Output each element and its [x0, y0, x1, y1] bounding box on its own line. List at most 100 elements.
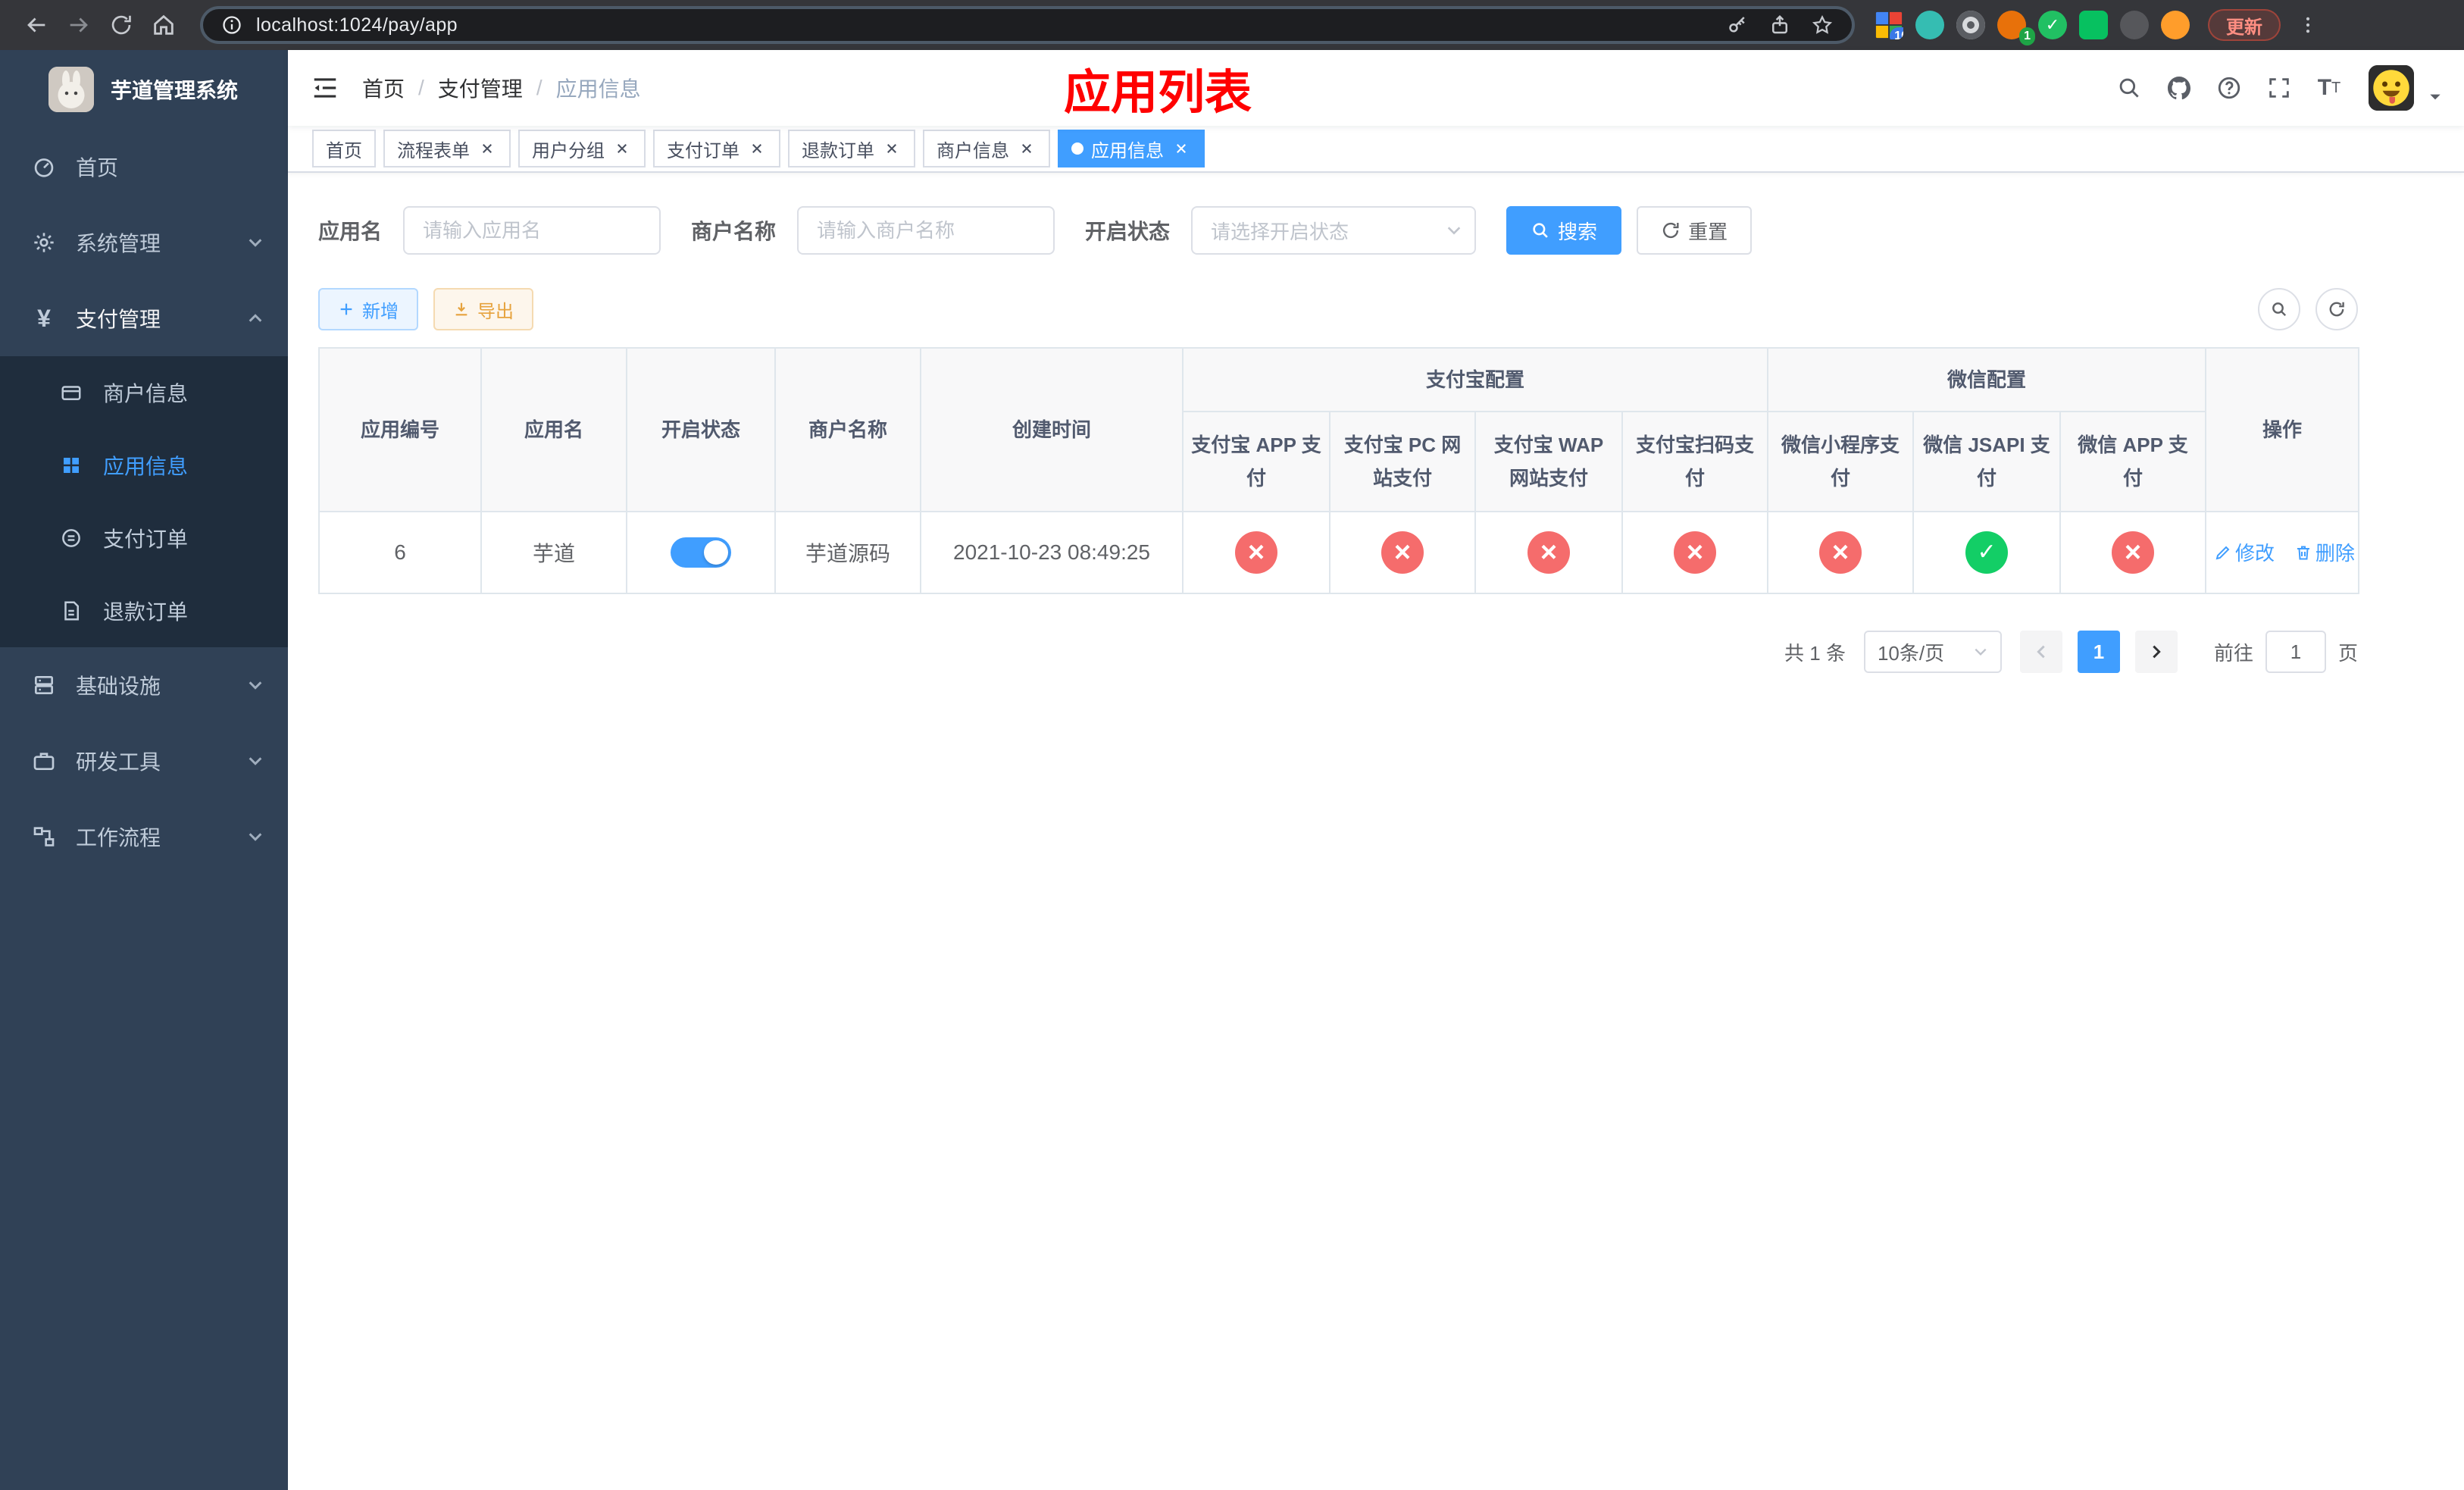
share-icon[interactable] — [1768, 14, 1791, 36]
tab-refund-order[interactable]: 退款订单 — [788, 130, 915, 167]
column-group-wechat: 微信配置 — [1767, 347, 2207, 412]
extension-icon-3[interactable] — [1956, 11, 1985, 39]
chevron-down-icon — [247, 828, 264, 845]
jump-prefix-label: 前往 — [2213, 641, 2253, 665]
browser-update-button[interactable]: 更新 — [2208, 9, 2281, 41]
fullscreen-icon[interactable] — [2259, 68, 2299, 108]
browser-forward-icon[interactable] — [58, 4, 100, 46]
column-header-id: 应用编号 — [318, 347, 482, 512]
extension-badge: 10 — [1890, 27, 1903, 39]
breadcrumb-home[interactable]: 首页 — [362, 73, 438, 103]
tab-close-icon[interactable] — [612, 139, 632, 158]
sidebar-item-system[interactable]: 系统管理 — [0, 205, 288, 280]
column-header-alipay-qr: 支付宝扫码支付 — [1621, 411, 1769, 512]
status-icon — [2112, 531, 2155, 574]
tab-close-icon[interactable] — [747, 139, 767, 158]
edit-link[interactable]: 修改 — [2214, 538, 2275, 566]
extension-icon-2[interactable] — [1915, 11, 1944, 39]
sidebar-item-pay-order[interactable]: 支付订单 — [0, 502, 288, 574]
extension-icon-8[interactable] — [2161, 11, 2190, 39]
sidebar-toggle-icon[interactable] — [288, 50, 362, 126]
address-bar[interactable]: localhost:1024/pay/app — [200, 6, 1855, 44]
status-select[interactable]: 请选择开启状态 — [1191, 206, 1477, 255]
sidebar-item-refund-order[interactable]: 退款订单 — [0, 574, 288, 647]
chevron-down-icon — [1446, 222, 1462, 239]
help-icon[interactable] — [2209, 68, 2249, 108]
sidebar-item-label: 应用信息 — [103, 455, 189, 478]
toggle-search-icon[interactable] — [2258, 288, 2300, 330]
page-number-1[interactable]: 1 — [2077, 631, 2120, 673]
column-header-wechat-mini: 微信小程序支付 — [1767, 411, 1915, 512]
tab-close-icon[interactable] — [1017, 139, 1037, 158]
github-icon[interactable] — [2159, 68, 2199, 108]
cell-alipay-app — [1182, 511, 1330, 594]
search-button[interactable]: 搜索 — [1506, 206, 1622, 255]
delete-link[interactable]: 删除 — [2294, 538, 2355, 566]
browser-reload-icon[interactable] — [100, 4, 142, 46]
extension-icon-6[interactable] — [2079, 11, 2108, 39]
breadcrumb: 首页 支付管理 应用信息 — [362, 73, 641, 103]
sidebar-item-merchant-info[interactable]: 商户信息 — [0, 356, 288, 429]
chevron-down-icon — [247, 753, 264, 769]
status-toggle[interactable] — [671, 537, 731, 568]
cell-merchant: 芋道源码 — [774, 511, 921, 594]
page-size-select[interactable]: 10条/页 — [1863, 631, 2002, 673]
sidebar-item-label: 研发工具 — [76, 750, 161, 774]
jump-page-input[interactable] — [2265, 631, 2326, 673]
next-page-button[interactable] — [2134, 631, 2178, 673]
sidebar-item-pay[interactable]: 支付管理 — [0, 280, 288, 356]
tab-close-icon[interactable] — [477, 139, 497, 158]
navbar-actions — [2109, 65, 2464, 111]
extension-icon-7[interactable] — [2120, 11, 2149, 39]
app-name-input[interactable] — [403, 206, 661, 255]
chevron-down-icon — [1973, 644, 1988, 659]
tab-close-icon[interactable] — [1171, 139, 1191, 158]
tab-label: 首页 — [326, 140, 362, 161]
add-button-label: 新增 — [362, 301, 399, 322]
extension-icon-4[interactable]: 1 — [1997, 11, 2035, 45]
refresh-table-icon[interactable] — [2315, 288, 2358, 330]
avatar-caret-icon[interactable] — [2428, 89, 2443, 105]
sidebar-logo[interactable]: 芋道管理系统 — [0, 50, 288, 129]
sidebar-item-devtools[interactable]: 研发工具 — [0, 723, 288, 799]
site-info-icon[interactable] — [221, 14, 242, 36]
sidebar-item-home[interactable]: 首页 — [0, 129, 288, 205]
user-avatar[interactable] — [2369, 65, 2414, 111]
reset-button[interactable]: 重置 — [1637, 206, 1753, 255]
tab-user-group[interactable]: 用户分组 — [518, 130, 646, 167]
prev-page-button[interactable] — [2019, 631, 2062, 673]
extension-icon-5[interactable] — [2038, 11, 2067, 39]
merchant-name-input[interactable] — [797, 206, 1055, 255]
sidebar-item-label: 支付管理 — [76, 308, 161, 331]
page-title: 应用列表 — [1064, 67, 1252, 119]
sidebar-item-workflow[interactable]: 工作流程 — [0, 799, 288, 875]
extension-icon-1[interactable]: 10 — [1875, 11, 1903, 39]
browser-home-icon[interactable] — [142, 4, 185, 46]
header-search-icon[interactable] — [2109, 68, 2149, 108]
browser-chrome: localhost:1024/pay/app 10 1 — [0, 0, 2464, 50]
cell-alipay-qr — [1621, 511, 1769, 594]
sidebar-item-infra[interactable]: 基础设施 — [0, 647, 288, 723]
export-button[interactable]: 导出 — [433, 288, 533, 330]
tab-app-info[interactable]: 应用信息 — [1058, 130, 1205, 167]
column-group-alipay: 支付宝配置 — [1181, 347, 1769, 412]
tab-close-icon[interactable] — [882, 139, 902, 158]
export-button-label: 导出 — [477, 301, 514, 322]
breadcrumb-pay[interactable]: 支付管理 — [438, 73, 556, 103]
sidebar-item-app-info[interactable]: 应用信息 — [0, 429, 288, 502]
tab-merchant-info[interactable]: 商户信息 — [923, 130, 1050, 167]
cell-created-at: 2021-10-23 08:49:25 — [920, 511, 1184, 594]
add-button[interactable]: 新增 — [318, 288, 418, 330]
page-jump: 前往 页 — [2214, 631, 2358, 673]
workflow-icon — [30, 823, 58, 850]
bookmark-star-icon[interactable] — [1811, 14, 1834, 36]
browser-back-icon[interactable] — [15, 4, 58, 46]
browser-menu-icon[interactable] — [2294, 13, 2322, 37]
font-size-icon[interactable] — [2309, 68, 2349, 108]
tab-pay-order[interactable]: 支付订单 — [653, 130, 780, 167]
pagination: 共 1 条 10条/页 1 前往 1 页 — [318, 631, 2358, 673]
column-header-wechat-jsapi: 微信 JSAPI 支付 — [1912, 411, 2062, 512]
tab-process-form[interactable]: 流程表单 — [383, 130, 511, 167]
password-key-icon[interactable] — [1726, 14, 1749, 36]
tab-home[interactable]: 首页 — [312, 130, 376, 167]
